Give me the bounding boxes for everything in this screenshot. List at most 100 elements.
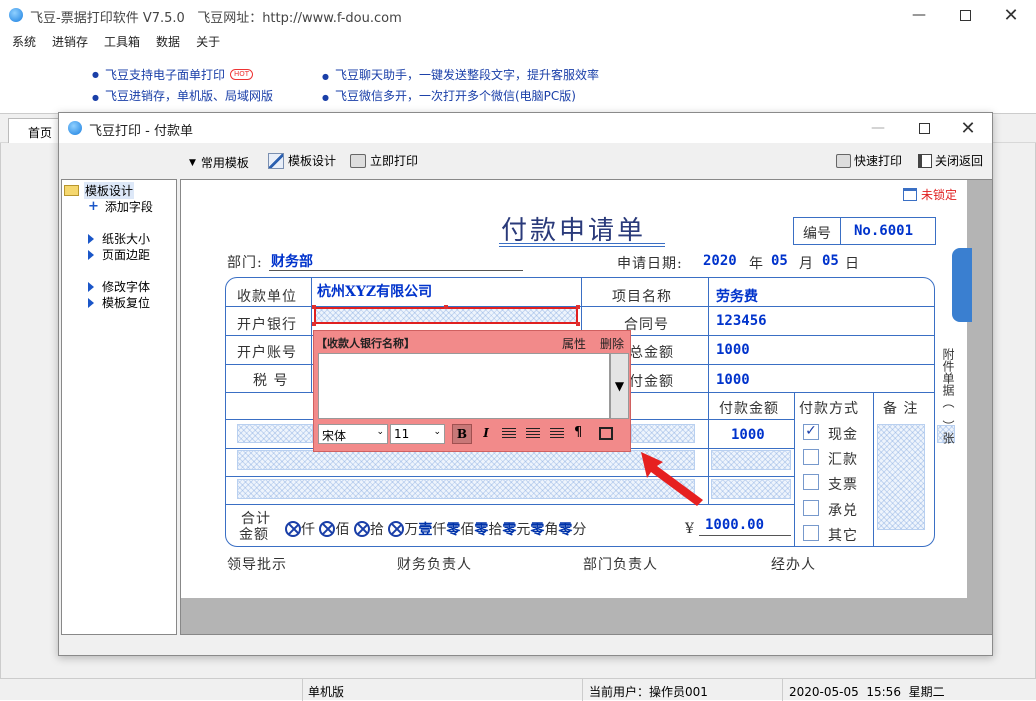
date-day-suffix: 日 (845, 256, 860, 272)
number-value[interactable]: No.6001 (854, 223, 913, 239)
field-editor-dropdown[interactable]: ▼ (610, 353, 629, 419)
font-family-select[interactable]: 宋体 ⌄ (318, 424, 388, 444)
align-center-icon[interactable] (526, 428, 540, 439)
amount-field-2[interactable] (711, 450, 791, 470)
bold-button[interactable]: B (452, 424, 472, 444)
menu-inventory[interactable]: 进销存 (52, 33, 88, 50)
lock-status[interactable]: 未锁定 (903, 186, 957, 203)
design-canvas: 未锁定 付款申请单 编号 No.6001 部门: 财务部 申请日期: 2020 … (180, 179, 993, 635)
method-transfer-label: 汇款 (828, 452, 858, 468)
detail-field-1b[interactable] (631, 424, 695, 443)
font-size-select[interactable]: 11 ⌄ (390, 424, 445, 444)
total-value[interactable]: 1000 (716, 342, 750, 358)
lock-status-label: 未锁定 (921, 188, 958, 202)
pay-amount-label: 付款金额 (719, 401, 779, 417)
pay-method-label: 付款方式 (799, 401, 859, 417)
quick-print-button[interactable]: 快速打印 (836, 152, 902, 169)
sidebar-root-design[interactable]: 模板设计 (64, 182, 135, 199)
field-text-editor[interactable] (318, 353, 610, 419)
method-transfer-checkbox[interactable] (803, 449, 819, 465)
ad-text-4: 飞豆微信多开，一次打开多个微信(电脑PC版) (334, 89, 576, 103)
date-month-suffix: 月 (799, 256, 814, 272)
digit-wan: 壹 (418, 522, 433, 538)
unit-qian-2: 仟 (432, 522, 447, 538)
paragraph-icon[interactable]: ¶ (574, 425, 582, 440)
maximize-icon (959, 9, 971, 21)
cross-circle-icon (353, 521, 370, 537)
maximize-button[interactable] (942, 0, 988, 30)
edit-font-label: 修改字体 (102, 280, 151, 294)
template-menu-label: 常用模板 (200, 156, 249, 170)
sign-finance: 财务负责人 (397, 557, 472, 573)
menu-data[interactable]: 数据 (156, 33, 180, 50)
amount-field-3[interactable] (711, 479, 791, 499)
unit-fen: 分 (572, 522, 587, 538)
detail-field-2[interactable] (237, 450, 695, 470)
digit-bai: 零 (474, 522, 489, 538)
date-day[interactable]: 05 (822, 253, 839, 269)
print-now-button[interactable]: 立即打印 (350, 152, 418, 169)
side-scroll-tab[interactable] (952, 248, 972, 322)
sidebar-item-page-margin[interactable]: 页面边距 (88, 246, 150, 263)
contract-value[interactable]: 123456 (716, 313, 767, 329)
bank-field-selected[interactable] (314, 307, 578, 324)
menu-bar: 系统 进销存 工具箱 数据 关于 (12, 33, 236, 50)
menu-system[interactable]: 系统 (12, 33, 36, 50)
ad-text-2: 飞豆聊天助手，一键发送整段文字，提升客服效率 (334, 68, 599, 82)
close-return-button[interactable]: 关闭返回 (918, 152, 983, 169)
method-acceptance-checkbox[interactable] (803, 500, 819, 516)
app-logo-icon (9, 8, 23, 22)
align-left-icon[interactable] (502, 428, 516, 439)
ad-item-1[interactable]: ● 飞豆支持电子面单打印 HOT (92, 66, 254, 83)
payee-value[interactable]: 杭州XYZ有限公司 (317, 281, 432, 301)
sum-value[interactable]: 1000.00 (705, 517, 764, 533)
frame-resize-icon[interactable] (599, 427, 613, 440)
template-design-button[interactable]: 模板设计 (268, 152, 336, 169)
sidebar-item-add-field[interactable]: + 添加字段 (88, 198, 153, 215)
number-label: 编号 (803, 226, 831, 242)
dialog-minimize-button[interactable]: — (855, 113, 901, 143)
align-right-icon[interactable] (550, 428, 564, 439)
sidebar-item-reset-template[interactable]: 模板复位 (88, 294, 150, 311)
field-props-link[interactable]: 属性 (562, 335, 586, 352)
pay-amount-value[interactable]: 1000 (731, 427, 765, 443)
date-year[interactable]: 2020 (703, 253, 737, 269)
unit-qian: 仟 (301, 522, 315, 538)
bank-label: 开户银行 (237, 317, 297, 333)
dept-label: 部门: (227, 255, 263, 271)
dialog-close-button[interactable]: ✕ (945, 113, 991, 143)
detail-field-3[interactable] (237, 479, 695, 499)
paid-value[interactable]: 1000 (716, 372, 750, 388)
dialog-maximize-button[interactable] (901, 113, 947, 143)
close-button[interactable]: ✕ (988, 0, 1034, 30)
method-other-checkbox[interactable] (803, 525, 819, 541)
dept-value[interactable]: 财务部 (271, 251, 313, 271)
ad-item-4[interactable]: ● 飞豆微信多开，一次打开多个微信(电脑PC版) (322, 87, 576, 104)
ad-item-2[interactable]: ● 飞豆聊天助手，一键发送整段文字，提升客服效率 (322, 66, 599, 83)
italic-button[interactable]: I (476, 424, 496, 444)
sidebar-item-edit-font[interactable]: 修改字体 (88, 278, 150, 295)
digit-yuan: 零 (530, 522, 545, 538)
sum-uppercase: 仟 佰 拾 万壹仟零佰零拾零元零角零分 (285, 519, 586, 539)
sign-dept: 部门负责人 (583, 557, 658, 573)
dropdown-arrow-icon: ▼ (189, 157, 196, 168)
minimize-button[interactable]: — (896, 0, 942, 30)
project-value[interactable]: 劳务费 (716, 286, 758, 306)
app-title: 飞豆-票据打印软件 V7.5.0 飞豆网址：http://www.f-dou.c… (30, 11, 402, 26)
method-cash-checkbox[interactable]: ✓ (803, 424, 819, 440)
ad-item-3[interactable]: ● 飞豆进销存，单机版、局域网版 (92, 87, 273, 104)
detail-field-1[interactable] (237, 424, 313, 443)
cross-circle-icon (388, 521, 405, 537)
date-month[interactable]: 05 (771, 253, 788, 269)
sidebar-item-paper-size[interactable]: 纸张大小 (88, 230, 150, 247)
template-menu-button[interactable]: ▼ 常用模板 (189, 154, 249, 171)
menu-tools[interactable]: 工具箱 (104, 33, 140, 50)
chevron-down-icon: ⌄ (376, 427, 384, 437)
method-check-checkbox[interactable] (803, 474, 819, 490)
date-year-suffix: 年 (749, 256, 764, 272)
remark-field[interactable] (877, 424, 925, 530)
menu-about[interactable]: 关于 (196, 33, 220, 50)
date-label: 申请日期: (617, 256, 683, 272)
field-editor-popup: 【收款人银行名称】 属性 删除 ▼ 宋体 ⌄ 11 ⌄ B I ¶ (313, 330, 631, 452)
field-delete-link[interactable]: 删除 (600, 335, 624, 352)
